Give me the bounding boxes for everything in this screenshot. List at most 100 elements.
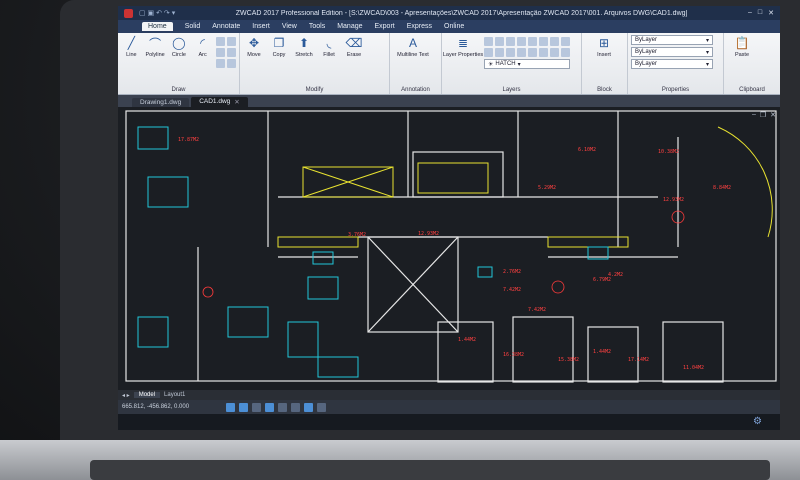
- linetype-dropdown[interactable]: ByLayer ▾: [631, 47, 713, 57]
- modify-panel-label: Modify: [305, 87, 324, 93]
- tab-manage[interactable]: Manage: [337, 23, 362, 30]
- fillet-button[interactable]: ◟ Fillet: [318, 35, 340, 58]
- paste-button[interactable]: 📋 Paste: [727, 35, 757, 58]
- gear-icon[interactable]: ⚙: [753, 416, 762, 427]
- circle-button[interactable]: ◯ Circle: [169, 35, 190, 58]
- document-tabs: Drawing1.dwg CAD1.dwg ✕: [118, 95, 780, 107]
- fillet-icon: ◟: [326, 36, 332, 50]
- lineweight-icon[interactable]: [317, 402, 326, 412]
- room-area-label: 15.38M2: [558, 357, 580, 363]
- line-icon: ╱: [127, 36, 135, 50]
- stretch-button[interactable]: ⬆ Stretch: [293, 35, 315, 58]
- tab-tools[interactable]: Tools: [309, 23, 325, 30]
- copy-button[interactable]: ❐ Copy: [268, 35, 290, 58]
- draw-extra-tools[interactable]: [216, 37, 236, 68]
- move-button[interactable]: ✥ Move: [243, 35, 265, 58]
- layout-tabs: ◂ ▸ Model Layout1: [118, 390, 780, 400]
- minimize-icon[interactable]: –: [748, 9, 752, 17]
- taskbar: ⚙: [118, 414, 780, 430]
- drawing-canvas[interactable]: 6.10M2 10.38M2 5.29M2 12.93M2 7.42M2 6.7…: [118, 107, 780, 400]
- room-area-label: 7.42M2: [503, 287, 522, 293]
- tab-online[interactable]: Online: [444, 23, 464, 30]
- tab-express[interactable]: Express: [407, 23, 432, 30]
- annotation-panel-label: Annotation: [401, 87, 430, 93]
- color-dropdown[interactable]: ByLayer ▾: [631, 35, 713, 45]
- clipboard-panel-label: Clipboard: [739, 87, 765, 93]
- tab-model[interactable]: Model: [133, 392, 161, 398]
- tab-drawing1[interactable]: Drawing1.dwg: [132, 98, 190, 107]
- restore-viewport-icon[interactable]: ❐: [760, 111, 766, 119]
- nav-arrows-icon[interactable]: ◂ ▸: [122, 392, 130, 399]
- laptop-keyboard: [90, 460, 770, 480]
- tab-layout1[interactable]: Layout1: [164, 392, 185, 398]
- grid-icon[interactable]: [239, 402, 248, 412]
- ribbon-tabs: Home Solid Annotate Insert View Tools Ma…: [118, 20, 780, 33]
- clipboard-panel: 📋 Paste Clipboard: [724, 33, 780, 94]
- tab-insert[interactable]: Insert: [252, 23, 270, 30]
- copy-icon: ❐: [273, 36, 285, 50]
- annotation-panel: A Multiline Text Annotation: [390, 33, 442, 94]
- erase-button[interactable]: ⌫ Erase: [343, 35, 365, 58]
- tab-export[interactable]: Export: [375, 23, 395, 30]
- circle-icon: ◯: [172, 36, 186, 50]
- polyline-icon: ⌒: [149, 36, 162, 51]
- floor-plan: [125, 110, 777, 383]
- current-layer-dropdown[interactable]: ☀ HATCH ▾: [484, 59, 570, 69]
- room-area-label: 6.10M2: [578, 147, 597, 153]
- close-tab-icon[interactable]: ✕: [234, 98, 239, 106]
- draw-panel: ╱ Line ⌒ Polyline ◯ Circle ◜ Arc Draw: [118, 33, 240, 94]
- room-area-label: 1.44M2: [593, 349, 612, 355]
- line-button[interactable]: ╱ Line: [121, 35, 142, 58]
- room-area-label: 12.93M2: [418, 231, 440, 237]
- tab-solid[interactable]: Solid: [185, 23, 201, 30]
- otrack-icon[interactable]: [291, 402, 300, 412]
- insert-block-button[interactable]: ⊞ Insert: [585, 35, 623, 58]
- room-area-label: 5.29M2: [538, 185, 557, 191]
- tab-cad1[interactable]: CAD1.dwg ✕: [191, 97, 248, 107]
- block-panel-label: Block: [597, 87, 612, 93]
- insert-block-icon: ⊞: [598, 36, 610, 50]
- polar-icon[interactable]: [265, 402, 274, 412]
- snap-icon[interactable]: [226, 402, 235, 412]
- modify-panel: ✥ Move ❐ Copy ⬆ Stretch ◟ Fillet ⌫ Erase Modi…: [240, 33, 390, 94]
- dynamic-input-icon[interactable]: [304, 402, 313, 412]
- close-viewport-icon[interactable]: ✕: [770, 111, 776, 119]
- layers-panel-label: Layers: [502, 87, 521, 93]
- lineweight-dropdown[interactable]: ByLayer ▾: [631, 59, 713, 69]
- stretch-icon: ⬆: [298, 36, 310, 50]
- move-icon: ✥: [248, 36, 260, 50]
- title-bar: ▢ ▣ ↶ ↷ ▾ ZWCAD 2017 Professional Editio…: [118, 6, 780, 20]
- layer-tools[interactable]: [484, 37, 570, 57]
- maximize-icon[interactable]: □: [758, 9, 762, 17]
- polyline-button[interactable]: ⌒ Polyline: [145, 35, 166, 59]
- properties-panel-label: Properties: [661, 87, 690, 93]
- tab-view[interactable]: View: [282, 23, 297, 30]
- window-title: ZWCAD 2017 Professional Edition - [S:\ZW…: [235, 9, 688, 17]
- arc-button[interactable]: ◜ Arc: [192, 35, 213, 58]
- window-controls: – □ ✕: [748, 9, 774, 17]
- draw-panel-label: Draw: [171, 87, 186, 93]
- multiline-text-button[interactable]: A Multiline Text: [393, 35, 433, 58]
- arc-icon: ◜: [200, 36, 205, 50]
- chevron-down-icon: ▾: [517, 61, 521, 68]
- minimize-viewport-icon[interactable]: –: [752, 111, 756, 119]
- layers-icon: ≣: [457, 36, 469, 50]
- chevron-down-icon: ▾: [705, 49, 709, 56]
- laptop-screen: ▢ ▣ ↶ ↷ ▾ ZWCAD 2017 Professional Editio…: [118, 6, 780, 430]
- room-area-label: 2.76M2: [503, 269, 522, 275]
- room-area-label: 7.42M2: [528, 307, 547, 313]
- quick-access-toolbar[interactable]: ▢ ▣ ↶ ↷ ▾: [139, 9, 175, 17]
- layer-properties-button[interactable]: ≣ Layer Properties: [443, 35, 483, 58]
- tab-home[interactable]: Home: [142, 22, 173, 31]
- room-area-label: 8.84M2: [713, 185, 732, 191]
- room-area-label: 17.87M2: [178, 137, 200, 143]
- osnap-icon[interactable]: [278, 402, 287, 412]
- properties-panel: ByLayer ▾ ByLayer ▾ ByLayer ▾ Properties: [628, 33, 724, 94]
- coordinates-readout: 665.812, -456.862, 0.000: [122, 404, 190, 410]
- zwcad-logo-icon: [124, 8, 133, 18]
- chevron-down-icon: ▾: [705, 37, 709, 44]
- tab-annotate[interactable]: Annotate: [212, 23, 240, 30]
- ortho-icon[interactable]: [252, 402, 261, 412]
- close-icon[interactable]: ✕: [768, 9, 774, 17]
- status-bar: 665.812, -456.862, 0.000: [118, 400, 780, 414]
